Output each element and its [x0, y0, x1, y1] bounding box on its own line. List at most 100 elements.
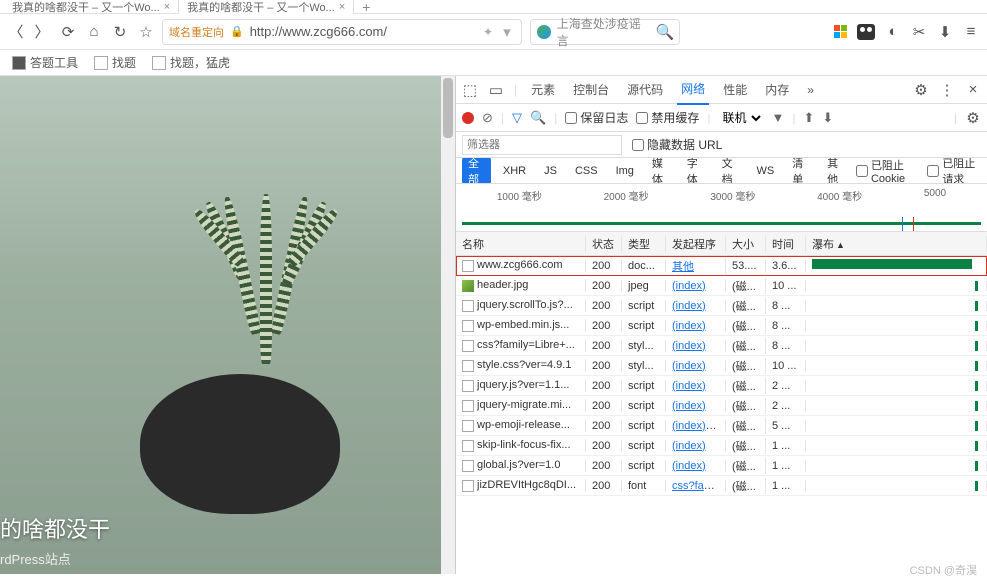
lock-icon: 🔒	[230, 25, 244, 38]
type-xhr[interactable]: XHR	[497, 163, 532, 179]
col-status[interactable]: 状态	[586, 236, 622, 252]
initiator-link[interactable]: (index)	[672, 340, 706, 352]
tab-console[interactable]: 控制台	[569, 75, 613, 104]
bookmark-icon	[12, 56, 26, 70]
tab-more[interactable]: »	[803, 77, 818, 103]
address-bar[interactable]: 域名重定向 🔒 http://www.zcg666.com/ ✦ ▾	[162, 19, 522, 45]
col-initiator[interactable]: 发起程序	[666, 236, 726, 252]
type-other[interactable]: 其他	[821, 158, 850, 184]
browser-tab[interactable]: 我真的啥都没干 – 又一个Wo... ×	[179, 0, 354, 14]
scissors-icon[interactable]: ✂	[911, 24, 927, 40]
star-icon[interactable]: ☆	[138, 24, 154, 40]
hide-data-url-checkbox[interactable]: 隐藏数据 URL	[632, 136, 722, 153]
tab-network[interactable]: 网络	[677, 74, 709, 105]
bookmark-item[interactable]: 找题	[94, 54, 136, 71]
favorite-icon[interactable]: ✦	[483, 25, 493, 39]
menu-icon[interactable]: ≡	[963, 24, 979, 40]
profile-icon[interactable]: ◐	[885, 24, 901, 40]
tab-performance[interactable]: 性能	[719, 75, 751, 104]
type-img[interactable]: Img	[610, 163, 640, 179]
type-media[interactable]: 媒体	[646, 158, 675, 184]
filter-icon[interactable]: ▽	[512, 110, 522, 126]
type-css[interactable]: CSS	[569, 163, 604, 179]
record-icon[interactable]	[462, 112, 474, 124]
type-js[interactable]: JS	[538, 163, 563, 179]
gear-icon[interactable]: ⚙	[965, 110, 981, 126]
col-name[interactable]: 名称	[456, 236, 586, 252]
type-font[interactable]: 字体	[681, 158, 710, 184]
back-icon[interactable]: 〈	[8, 24, 24, 40]
forward-icon[interactable]: 〉	[34, 24, 50, 40]
table-row[interactable]: wp-embed.min.js...200script(index)(磁...8…	[456, 316, 987, 336]
preserve-log-checkbox[interactable]: 保留日志	[565, 109, 628, 126]
initiator-link[interactable]: (index)	[672, 440, 706, 452]
table-row[interactable]: header.jpg200jpeg(index)(磁...10 ...	[456, 276, 987, 296]
table-row[interactable]: jquery-migrate.mi...200script(index)(磁..…	[456, 396, 987, 416]
search-bar[interactable]: 上海查处涉疫谣言 🔍	[530, 19, 680, 45]
close-icon[interactable]: ×	[339, 1, 345, 13]
reload-icon[interactable]: ⟳	[60, 24, 76, 40]
initiator-link[interactable]: (index)	[672, 460, 706, 472]
col-time[interactable]: 时间	[766, 236, 806, 252]
initiator-link[interactable]: 其他	[672, 261, 694, 273]
tab-sources[interactable]: 源代码	[623, 75, 667, 104]
search-icon[interactable]: 🔍	[530, 110, 546, 126]
blocked-req-checkbox[interactable]: 已阻止请求	[927, 158, 981, 184]
filter-input[interactable]	[462, 135, 622, 155]
initiator-link[interactable]: (index):17	[672, 420, 721, 432]
initiator-link[interactable]: (index)	[672, 360, 706, 372]
extension-icon[interactable]	[857, 24, 875, 40]
gear-icon[interactable]: ⚙	[913, 82, 929, 98]
close-icon[interactable]: ×	[965, 82, 981, 98]
table-row[interactable]: skip-link-focus-fix...200script(index)(磁…	[456, 436, 987, 456]
dropdown-icon[interactable]: ▾	[499, 24, 515, 40]
inspect-icon[interactable]: ⬚	[462, 82, 478, 98]
new-tab-button[interactable]: +	[354, 0, 378, 15]
close-icon[interactable]: ×	[164, 1, 170, 13]
type-ws[interactable]: WS	[750, 163, 780, 179]
col-type[interactable]: 类型	[622, 236, 666, 252]
browser-tab[interactable]: 我真的啥都没干 – 又一个Wo... ×	[4, 0, 179, 14]
table-row[interactable]: jquery.scrollTo.js?...200script(index)(磁…	[456, 296, 987, 316]
initiator-link[interactable]: (index)	[672, 400, 706, 412]
table-row[interactable]: css?family=Libre+...200styl...(index)(磁.…	[456, 336, 987, 356]
table-row[interactable]: jizDREVItHgc8qDI...200fontcss?fami...(磁.…	[456, 476, 987, 496]
table-row[interactable]: jquery.js?ver=1.1...200script(index)(磁..…	[456, 376, 987, 396]
home-icon[interactable]: ⌂	[86, 24, 102, 40]
initiator-link[interactable]: css?fami...	[672, 480, 725, 492]
col-size[interactable]: 大小	[726, 236, 766, 252]
type-all[interactable]: 全部	[462, 158, 491, 184]
throttle-select[interactable]: 联机	[719, 110, 764, 126]
table-row[interactable]: www.zcg666.com200doc...其他53....3.6...	[456, 256, 987, 276]
download-icon[interactable]: ⬇	[822, 110, 833, 126]
microsoft-icon[interactable]	[834, 25, 847, 38]
initiator-link[interactable]: (index)	[672, 300, 706, 312]
initiator-link[interactable]: (index)	[672, 280, 706, 292]
timeline-overview[interactable]: 1000 毫秒 2000 毫秒 3000 毫秒 4000 毫秒 5000	[456, 184, 987, 232]
disable-cache-checkbox[interactable]: 禁用缓存	[636, 109, 699, 126]
device-icon[interactable]: ▭	[488, 82, 504, 98]
download-icon[interactable]: ⬇	[937, 24, 953, 40]
bookmark-item[interactable]: 找题，猛虎	[152, 54, 230, 71]
table-row[interactable]: global.js?ver=1.0200script(index)(磁...1 …	[456, 456, 987, 476]
type-manifest[interactable]: 清单	[786, 158, 815, 184]
search-icon[interactable]: 🔍	[657, 24, 673, 40]
initiator-link[interactable]: (index)	[672, 320, 706, 332]
tab-elements[interactable]: 元素	[527, 75, 559, 104]
tab-memory[interactable]: 内存	[761, 75, 793, 104]
file-icon	[462, 300, 474, 312]
bookmark-item[interactable]: 答题工具	[12, 54, 78, 71]
table-row[interactable]: wp-emoji-release...200script(index):17(磁…	[456, 416, 987, 436]
scrollbar[interactable]	[441, 76, 455, 574]
type-doc[interactable]: 文档	[716, 158, 745, 184]
upload-icon[interactable]: ⬆	[804, 110, 815, 126]
refresh-alt-icon[interactable]: ↻	[112, 24, 128, 40]
table-row[interactable]: style.css?ver=4.9.1200styl...(index)(磁..…	[456, 356, 987, 376]
initiator-link[interactable]: (index)	[672, 380, 706, 392]
kebab-icon[interactable]: ⋮	[939, 82, 955, 98]
blocked-cookie-checkbox[interactable]: 已阻止 Cookie	[856, 158, 921, 184]
col-waterfall[interactable]: 瀑布▲	[806, 236, 987, 252]
chevron-down-icon[interactable]: ▼	[772, 110, 785, 125]
filter-row: 隐藏数据 URL	[456, 132, 987, 158]
clear-icon[interactable]: ⊘	[482, 110, 493, 126]
